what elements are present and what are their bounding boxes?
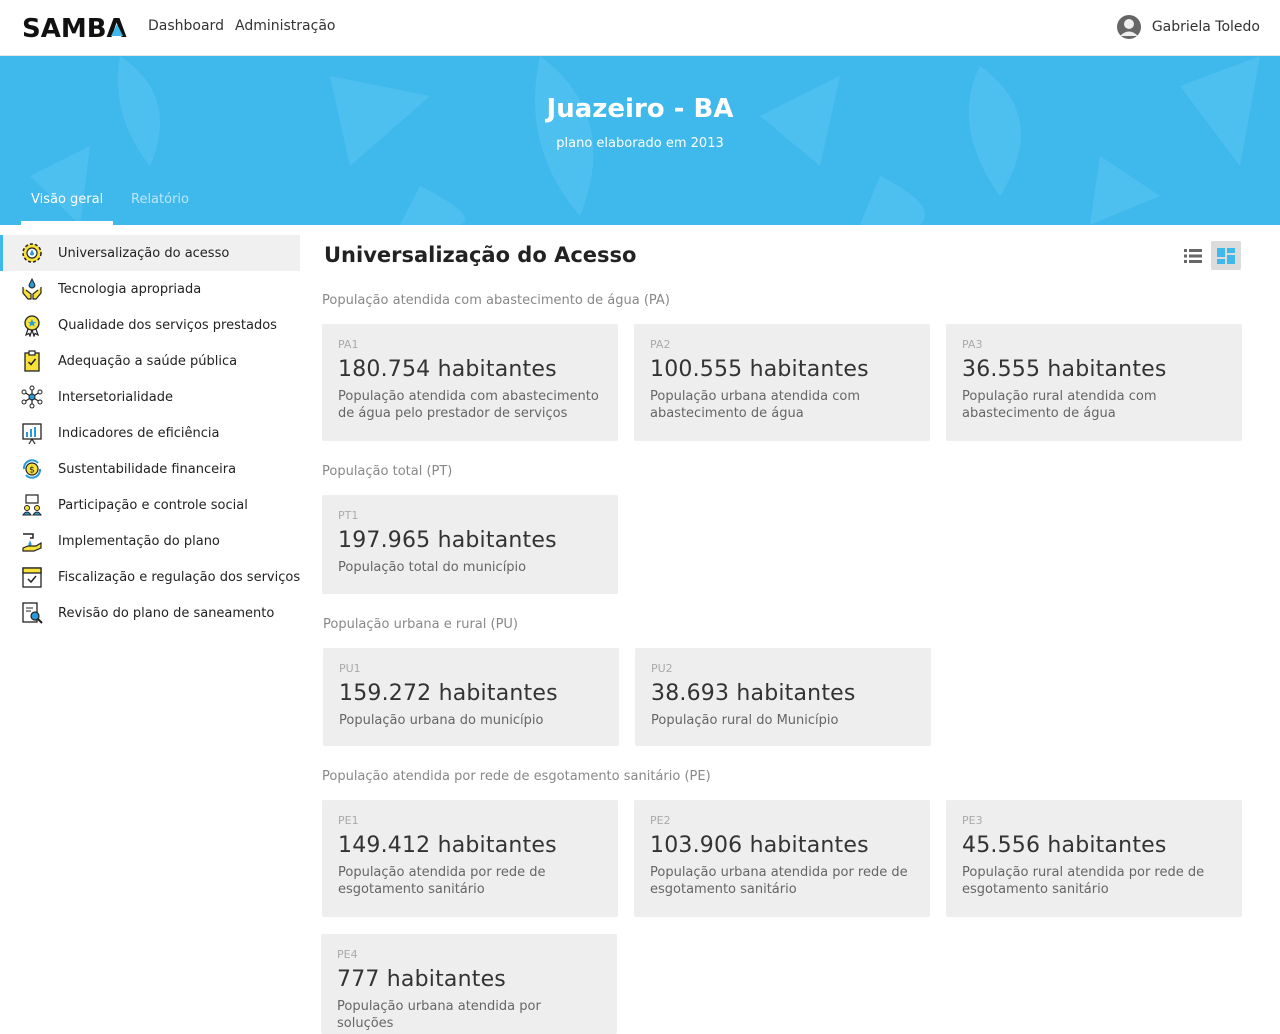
document-search-icon [22, 602, 43, 624]
card-description: População rural atendida com abastecimen… [962, 389, 1157, 421]
city-title: Juazeiro - BA [546, 94, 734, 124]
sidebar-item-label: Qualidade dos serviços prestados [58, 317, 277, 333]
metric-card-pe2[interactable]: PE2 103.906 habitantes População urbana … [634, 800, 930, 917]
medal-icon [24, 315, 40, 337]
card-value: 180.754 habitantes [338, 357, 557, 382]
card-description: População rural atendida por rede de esg… [962, 865, 1205, 897]
card-code: PE1 [338, 814, 359, 827]
metric-card-pa2[interactable]: PA2 100.555 habitantes População urbana … [634, 324, 930, 441]
sidebar-item-implementacao[interactable]: Implementação do plano [0, 523, 300, 559]
card-value: 100.555 habitantes [650, 357, 869, 382]
network-icon [21, 385, 43, 409]
card-value: 159.272 habitantes [339, 681, 558, 706]
card-code: PA1 [338, 338, 359, 351]
sidebar-item-revisao[interactable]: Revisão do plano de saneamento [0, 595, 300, 631]
top-bar: SAMBA Dashboard Administração Gabriela T… [0, 0, 1280, 56]
card-code: PE4 [337, 948, 358, 961]
card-description: População urbana do município [339, 713, 544, 728]
sidebar-item-qualidade[interactable]: Qualidade dos serviços prestados [0, 307, 300, 343]
card-description: População rural do Município [651, 713, 839, 728]
chart-board-icon [22, 423, 42, 445]
metric-card-pa1[interactable]: PA1 180.754 habitantes População atendid… [322, 324, 618, 441]
sidebar-item-label: Intersetorialidade [58, 389, 173, 405]
sidebar-item-participacao[interactable]: Participação e controle social [0, 487, 300, 523]
sidebar-item-label: Universalização do acesso [58, 245, 230, 261]
card-code: PU2 [651, 662, 673, 675]
sidebar-item-label: Implementação do plano [58, 533, 220, 549]
sidebar-item-label: Revisão do plano de saneamento [58, 605, 275, 621]
grid-view-button[interactable] [1211, 241, 1241, 270]
card-code: PA3 [962, 338, 983, 351]
sidebar-item-tecnologia[interactable]: Tecnologia apropriada [0, 271, 300, 307]
metric-card-pe1[interactable]: PE1 149.412 habitantes População atendid… [322, 800, 618, 917]
page-title: Universalização do Acesso [324, 243, 637, 267]
card-value: 149.412 habitantes [338, 833, 557, 858]
metric-card-pu1[interactable]: PU1 159.272 habitantes População urbana … [323, 648, 619, 746]
gear-drop-icon [22, 243, 42, 263]
hero-banner: Juazeiro - BA plano elaborado em 2013 Vi… [0, 56, 1280, 225]
svg-text:$: $ [29, 466, 35, 476]
card-code: PA2 [650, 338, 671, 351]
user-avatar-icon [1116, 15, 1141, 39]
list-view-button[interactable] [1178, 241, 1208, 270]
faucet-hand-icon [22, 533, 42, 552]
section-label-pe: População atendida por rede de esgotamen… [322, 769, 711, 784]
nav-administracao[interactable]: Administração [235, 18, 335, 34]
checklist-icon [22, 567, 42, 588]
user-menu[interactable]: Gabriela Toledo [1116, 14, 1260, 40]
sidebar-item-indicadores[interactable]: Indicadores de eficiência [0, 415, 300, 451]
sidebar-item-label: Fiscalização e regulação dos serviços [58, 569, 301, 585]
metric-card-pt1[interactable]: PT1 197.965 habitantes População total d… [322, 495, 618, 594]
money-cycle-icon: $ [22, 459, 42, 479]
hands-drop-icon [22, 277, 42, 300]
plan-subtitle: plano elaborado em 2013 [556, 136, 724, 151]
clipboard-icon [24, 350, 40, 372]
card-value: 103.906 habitantes [650, 833, 869, 858]
card-value: 36.555 habitantes [962, 357, 1167, 382]
user-name: Gabriela Toledo [1151, 19, 1260, 35]
card-value: 777 habitantes [337, 967, 506, 992]
sidebar-item-intersetorialidade[interactable]: Intersetorialidade [0, 379, 300, 415]
card-code: PT1 [338, 509, 359, 522]
nav-dashboard[interactable]: Dashboard [148, 18, 224, 34]
card-code: PU1 [339, 662, 361, 675]
metric-card-pa3[interactable]: PA3 36.555 habitantes População rural at… [946, 324, 1242, 441]
card-description: População total do município [338, 560, 527, 575]
metric-card-pe4[interactable]: PE4 777 habitantes População urbana aten… [321, 934, 617, 1034]
section-label-pu: População urbana e rural (PU) [323, 617, 519, 632]
metric-card-pe3[interactable]: PE3 45.556 habitantes População rural at… [946, 800, 1242, 917]
card-code: PE2 [650, 814, 671, 827]
card-code: PE3 [962, 814, 983, 827]
samba-logo[interactable]: SAMBA [22, 12, 132, 44]
card-value: 45.556 habitantes [962, 833, 1167, 858]
card-description: População urbana atendida com abastecime… [650, 389, 861, 421]
card-value: 197.965 habitantes [338, 528, 557, 553]
card-value: 38.693 habitantes [651, 681, 856, 706]
sidebar: Universalização do acesso Tecnologia apr… [0, 235, 300, 631]
grid-view-icon [1217, 247, 1235, 264]
list-view-icon [1184, 248, 1202, 263]
card-description: População atendida por rede de esgotamen… [338, 865, 546, 897]
sidebar-item-universalizacao[interactable]: Universalização do acesso [0, 235, 300, 271]
card-description: População urbana atendida por soluções [337, 999, 541, 1031]
people-board-icon [22, 494, 42, 516]
metric-card-pu2[interactable]: PU2 38.693 habitantes População rural do… [635, 648, 931, 746]
sidebar-item-saude-publica[interactable]: Adequação a saúde pública [0, 343, 300, 379]
sidebar-item-label: Sustentabilidade financeira [58, 461, 237, 477]
sidebar-item-label: Tecnologia apropriada [58, 281, 202, 297]
sidebar-item-label: Participação e controle social [58, 497, 248, 513]
svg-text:SAMBA: SAMBA [22, 14, 127, 44]
section-label-pt: População total (PT) [322, 464, 453, 479]
tab-visao-geral[interactable]: Visão geral [21, 192, 114, 225]
card-description: População atendida com abastecimento de … [338, 389, 599, 421]
sidebar-item-sustentabilidade[interactable]: $ Sustentabilidade financeira [0, 451, 300, 487]
sidebar-item-label: Adequação a saúde pública [58, 353, 238, 369]
section-label-pa: População atendida com abastecimento de … [322, 293, 670, 308]
tab-relatorio[interactable]: Relatório [131, 192, 189, 221]
sidebar-item-fiscalizacao[interactable]: Fiscalização e regulação dos serviços [0, 559, 300, 595]
card-description: População urbana atendida por rede de es… [650, 865, 908, 897]
sidebar-item-label: Indicadores de eficiência [58, 425, 220, 441]
